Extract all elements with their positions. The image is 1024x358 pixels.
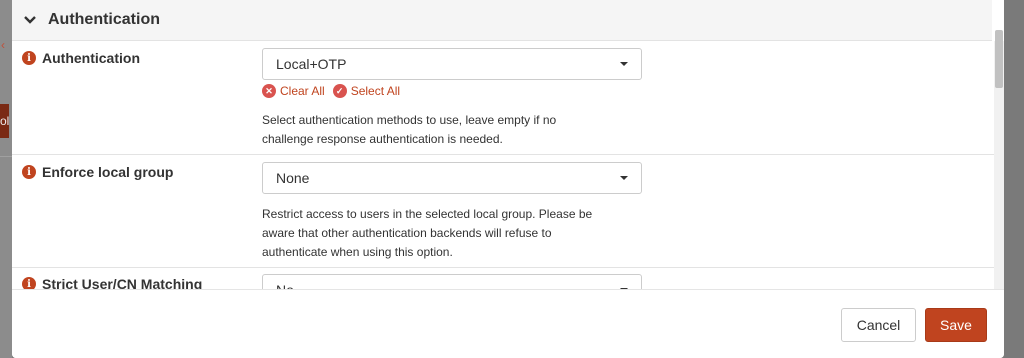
form-row-strict-matching: i Strict User/CN Matching No: [12, 268, 994, 289]
caret-down-icon: [620, 62, 628, 66]
info-icon[interactable]: i: [22, 165, 36, 179]
background-page: ‹ ol: [0, 0, 12, 358]
local-group-select[interactable]: None: [262, 162, 642, 194]
help-text: Select authentication methods to use, le…: [262, 111, 642, 149]
background-divider: [0, 156, 12, 157]
select-all-label: Select All: [350, 84, 401, 98]
field-label: i Enforce local group: [22, 164, 173, 180]
form-row-authentication: i Authentication Local+OTP ✕ Clear All ✓…: [12, 41, 994, 155]
dialog-footer: Cancel Save: [12, 289, 1004, 358]
help-line: authenticate when using this option.: [262, 245, 453, 259]
caret-down-icon: [620, 176, 628, 180]
help-text: Restrict access to users in the selected…: [262, 205, 642, 262]
x-circle-icon: ✕: [262, 84, 276, 98]
form-scroll-area[interactable]: i Authentication Local+OTP ✕ Clear All ✓…: [12, 41, 994, 289]
check-circle-icon: ✓: [332, 84, 347, 98]
settings-dialog: Authentication i Authentication Local+OT…: [12, 0, 1004, 358]
chevron-down-icon[interactable]: [22, 12, 38, 28]
help-line: Select authentication methods to use, le…: [262, 113, 557, 127]
form-row-enforce-local-group: i Enforce local group None Restrict acce…: [12, 155, 994, 268]
select-actions: ✕ Clear All ✓ Select All: [262, 84, 400, 98]
select-value: No: [276, 282, 294, 289]
info-icon[interactable]: i: [22, 277, 36, 289]
info-icon[interactable]: i: [22, 51, 36, 65]
background-chevron-icon: ‹: [1, 38, 5, 52]
field-label-text: Enforce local group: [42, 164, 174, 180]
help-line: Restrict access to users in the selected…: [262, 207, 593, 221]
clear-all-link[interactable]: ✕ Clear All: [262, 84, 325, 98]
field-label: i Authentication: [22, 50, 140, 66]
scrollbar-thumb[interactable]: [995, 30, 1003, 88]
section-title: Authentication: [48, 11, 160, 28]
background-button-text: ol: [0, 114, 10, 128]
clear-all-label: Clear All: [280, 84, 325, 98]
field-label-text: Authentication: [42, 50, 140, 66]
save-button[interactable]: Save: [925, 308, 987, 342]
select-value: None: [276, 170, 310, 186]
help-line: challenge response authentication is nee…: [262, 132, 503, 146]
section-header[interactable]: Authentication: [12, 0, 992, 41]
strict-matching-select[interactable]: No: [262, 274, 642, 289]
select-all-link[interactable]: ✓ Select All: [332, 84, 401, 98]
cancel-button[interactable]: Cancel: [841, 308, 916, 342]
help-line: aware that other authentication backends…: [262, 226, 552, 240]
field-label-text: Strict User/CN Matching: [42, 276, 203, 289]
select-value: Local+OTP: [276, 56, 347, 72]
authentication-select[interactable]: Local+OTP: [262, 48, 642, 80]
field-label: i Strict User/CN Matching: [22, 276, 202, 289]
